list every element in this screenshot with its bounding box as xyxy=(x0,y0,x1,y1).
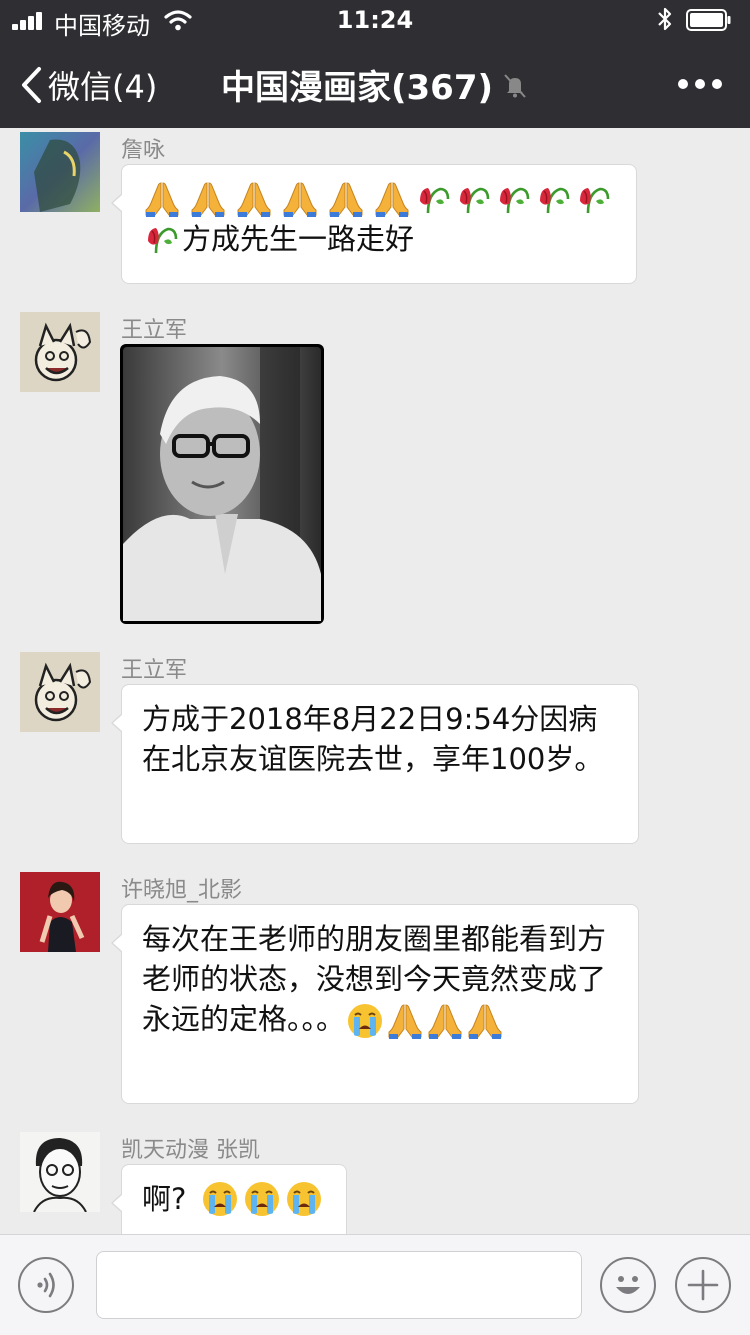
bluetooth-icon xyxy=(658,7,672,31)
wilted-flower-emoji xyxy=(534,179,574,219)
crying-face-emoji xyxy=(242,1179,282,1219)
emoji-button[interactable] xyxy=(600,1257,656,1313)
message-text: 啊? xyxy=(142,1182,187,1216)
avatar-image xyxy=(20,312,100,392)
folded-hands-emoji xyxy=(372,179,412,219)
image-message[interactable] xyxy=(120,344,324,624)
sender-name: 许晓旭_北影 xyxy=(121,878,243,903)
battery-icon xyxy=(686,9,731,31)
smiley-icon xyxy=(616,1276,640,1294)
plus-icon xyxy=(687,1269,719,1301)
sender-name: 王立军 xyxy=(121,658,188,683)
avatar-image xyxy=(20,872,100,952)
nav-bar: 微信(4) 中国漫画家(367) xyxy=(0,40,750,128)
message-line: 啊? xyxy=(142,1179,326,1219)
wilted-flower-emoji xyxy=(494,179,534,219)
portrait-photo xyxy=(123,347,321,621)
voice-button[interactable] xyxy=(18,1257,74,1313)
folded-hands-emoji xyxy=(188,179,228,219)
voice-icon xyxy=(37,1272,55,1298)
dot xyxy=(712,79,722,89)
wilted-flower-emoji xyxy=(454,179,494,219)
more-menu-button[interactable] xyxy=(678,70,722,98)
avatar[interactable] xyxy=(20,312,100,392)
wilted-flower-emoji xyxy=(414,179,454,219)
avatar[interactable] xyxy=(20,872,100,952)
chat-title: 中国漫画家(367) xyxy=(0,60,750,109)
sender-name: 詹咏 xyxy=(121,138,166,163)
folded-hands-emoji xyxy=(326,179,366,219)
emoji-line xyxy=(142,179,616,219)
message-bubble[interactable]: 啊? xyxy=(111,1164,347,1234)
mute-bell-icon xyxy=(504,73,526,98)
avatar-image xyxy=(20,132,100,212)
chat-area[interactable]: 詹咏 方成先生一路走好 王立军 王立军 方成于2018年8月22日9:54分因病… xyxy=(0,128,750,1234)
crying-face-emoji xyxy=(284,1179,324,1219)
message-bubble[interactable]: 每次在王老师的朋友圈里都能看到方老师的状态，没想到今天竟然变成了永远的定格。。。 xyxy=(111,904,639,1104)
status-bar: 中国移动 11:24 xyxy=(0,0,750,40)
message-bubble[interactable]: 方成先生一路走好 xyxy=(111,164,637,284)
avatar[interactable] xyxy=(20,132,100,212)
folded-hands-emoji xyxy=(425,1001,465,1041)
avatar-image xyxy=(20,652,100,732)
crying-face-emoji xyxy=(345,1001,385,1041)
chat-title-text: 中国漫画家(367) xyxy=(220,68,494,108)
message-line: 方成先生一路走好 xyxy=(142,219,616,259)
wilted-flower-emoji xyxy=(142,219,182,259)
wilted-flower-emoji xyxy=(574,179,614,219)
avatar[interactable] xyxy=(20,1132,100,1212)
folded-hands-emoji xyxy=(465,1001,505,1041)
top-bar: 中国移动 11:24 微信(4) 中国漫画家(367) xyxy=(0,0,750,128)
avatar-image xyxy=(20,1132,100,1212)
sender-name: 凯天动漫 张凯 xyxy=(121,1138,260,1163)
dot xyxy=(678,79,688,89)
folded-hands-emoji xyxy=(142,179,182,219)
message-input[interactable] xyxy=(96,1251,582,1319)
message-text: 方成先生一路走好 xyxy=(182,222,415,256)
dot xyxy=(695,79,705,89)
folded-hands-emoji xyxy=(385,1001,425,1041)
avatar[interactable] xyxy=(20,652,100,732)
input-bar xyxy=(0,1234,750,1335)
status-time: 11:24 xyxy=(336,6,414,34)
sender-name: 王立军 xyxy=(121,318,188,343)
folded-hands-emoji xyxy=(280,179,320,219)
crying-face-emoji xyxy=(200,1179,240,1219)
message-text: 方成于2018年8月22日9:54分因病在北京友谊医院去世，享年100岁。 xyxy=(142,702,604,776)
more-functions-button[interactable] xyxy=(675,1257,731,1313)
folded-hands-emoji xyxy=(234,179,274,219)
message-bubble[interactable]: 方成于2018年8月22日9:54分因病在北京友谊医院去世，享年100岁。 xyxy=(111,684,639,844)
